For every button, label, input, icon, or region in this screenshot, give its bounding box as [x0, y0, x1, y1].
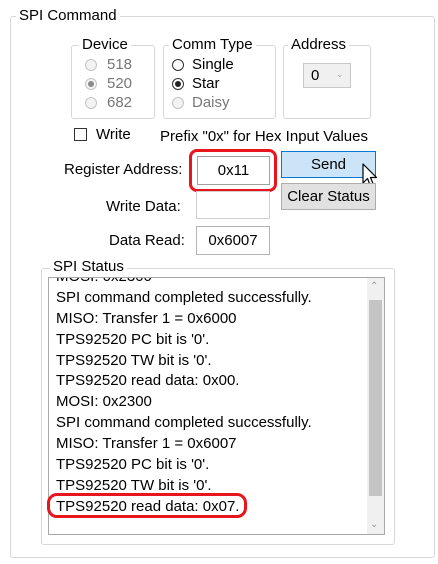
- send-button-label: Send: [310, 156, 347, 173]
- comm-type-radio-star[interactable]: [172, 78, 184, 90]
- scrollbar-thumb[interactable]: [369, 300, 382, 496]
- write-data-input[interactable]: [196, 191, 270, 219]
- address-dropdown[interactable]: 0 ⌄: [303, 63, 351, 88]
- status-line: MOSI: 0x2300: [56, 393, 152, 411]
- comm-type-label-star: Star: [192, 75, 220, 92]
- address-value: 0: [311, 67, 320, 84]
- register-address-label: Register Address:: [64, 161, 183, 178]
- comm-type-radio-daisy[interactable]: [172, 97, 184, 109]
- status-lines: MOSI: 0x2300 SPI command completed succe…: [56, 278, 364, 518]
- device-radio-520[interactable]: [85, 78, 97, 90]
- status-line: SPI command completed successfully.: [56, 414, 312, 432]
- register-address-highlight: [189, 149, 277, 192]
- address-group-title: Address: [288, 37, 350, 53]
- read-data-highlight: [47, 493, 247, 518]
- scroll-down-icon[interactable]: ⌄: [370, 519, 378, 530]
- status-scrollbar[interactable]: ⌃ ⌄: [367, 278, 384, 534]
- status-line: SPI command completed successfully.: [56, 288, 312, 306]
- data-read-value: 0x6007: [208, 232, 258, 249]
- status-line: MISO: Transfer 1 = 0x6007: [56, 435, 237, 453]
- spi-command-title: SPI Command: [16, 8, 120, 24]
- clear-status-button[interactable]: Clear Status: [281, 183, 376, 210]
- chevron-down-icon: ⌄: [336, 69, 344, 79]
- write-checkbox-label: Write: [96, 126, 131, 143]
- write-data-label: Write Data:: [106, 198, 181, 215]
- status-line: MOSI: 0x2300: [56, 278, 364, 288]
- hex-input-hint: Prefix "0x" for Hex Input Values: [160, 128, 368, 145]
- data-read-label: Data Read:: [109, 232, 185, 249]
- clear-status-button-label: Clear Status: [287, 188, 370, 205]
- device-label-520: 520: [107, 75, 133, 92]
- status-line: MISO: Transfer 1 = 0x6000: [56, 309, 237, 327]
- data-read-field: 0x6007: [196, 226, 270, 255]
- device-label-518: 518: [107, 56, 133, 73]
- status-line: TPS92520 PC bit is '0'.: [56, 330, 210, 348]
- comm-type-label-daisy: Daisy: [192, 94, 230, 111]
- scroll-up-icon[interactable]: ⌃: [370, 281, 378, 292]
- comm-type-radio-single[interactable]: [172, 59, 184, 71]
- device-radio-682[interactable]: [85, 97, 97, 109]
- device-group-title: Device: [79, 37, 131, 53]
- status-line: TPS92520 TW bit is '0'.: [56, 351, 212, 369]
- device-label-682: 682: [107, 94, 133, 111]
- status-line: TPS92520 PC bit is '0'.: [56, 456, 210, 474]
- write-checkbox[interactable]: [74, 128, 87, 141]
- comm-type-group-title: Comm Type: [169, 37, 256, 53]
- status-line: TPS92520 read data: 0x00.: [56, 372, 240, 390]
- device-radio-518[interactable]: [85, 59, 97, 71]
- spi-status-title: SPI Status: [50, 259, 127, 275]
- comm-type-label-single: Single: [192, 56, 234, 73]
